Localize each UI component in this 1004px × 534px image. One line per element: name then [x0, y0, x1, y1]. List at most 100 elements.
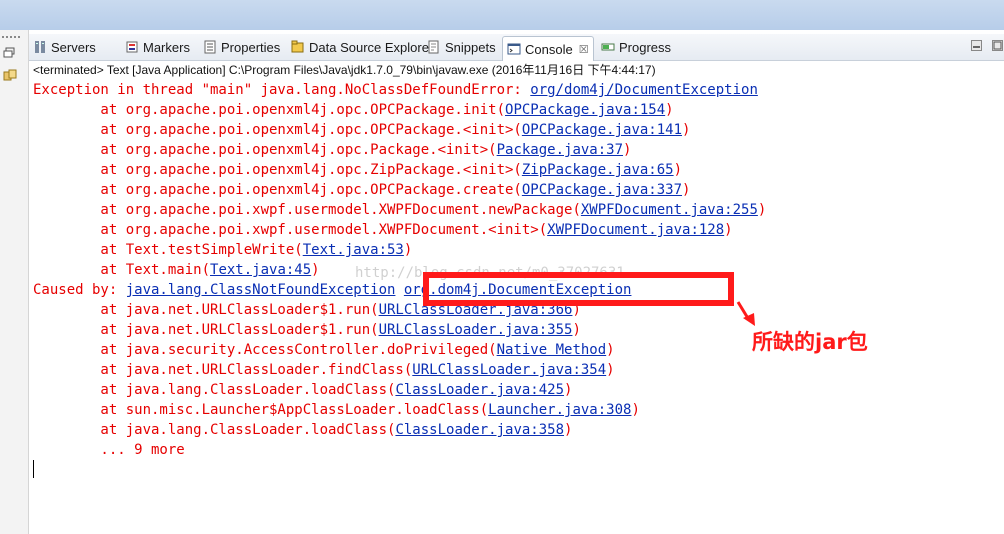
console-text: )	[606, 362, 615, 378]
source-link[interactable]: URLClassLoader.java:355	[379, 322, 573, 338]
console-line: at java.lang.ClassLoader.loadClass(Class…	[33, 380, 572, 400]
console-line: at org.apache.poi.openxml4j.opc.OPCPacka…	[33, 100, 674, 120]
console-text: )	[631, 402, 640, 418]
left-toolbar	[0, 30, 29, 534]
console-text: at org.apache.poi.openxml4j.opc.OPCPacka…	[33, 182, 522, 198]
console-text: )	[682, 122, 691, 138]
console-line: at java.lang.ClassLoader.loadClass(Class…	[33, 420, 572, 440]
console-line: at java.net.URLClassLoader$1.run(URLClas…	[33, 320, 581, 340]
console-text: )	[673, 162, 683, 178]
console-text: at java.net.URLClassLoader.findClass(	[33, 362, 413, 378]
text-cursor	[33, 460, 34, 478]
tab-properties[interactable]: Properties	[203, 37, 280, 57]
properties-icon	[204, 40, 216, 54]
tab-label: Markers	[143, 39, 190, 55]
console-line: at sun.misc.Launcher$AppClassLoader.load…	[33, 400, 640, 420]
tab-label: Properties	[221, 39, 281, 55]
console-line: at java.security.AccessController.doPriv…	[33, 340, 615, 360]
progress-icon	[601, 43, 615, 51]
tab-snippets[interactable]: Snippets	[427, 37, 496, 57]
tab-label: Servers	[51, 39, 96, 55]
tab-servers[interactable]: Servers	[33, 37, 96, 57]
console-text: )	[572, 322, 581, 338]
annotation-label: 所缺的jar包	[752, 330, 868, 354]
close-tab-icon[interactable]: ☒	[579, 43, 589, 56]
markers-icon	[126, 41, 138, 53]
console-text: )	[665, 102, 674, 118]
source-link[interactable]: org/dom4j/DocumentException	[530, 82, 758, 98]
source-link[interactable]: Launcher.java:308	[488, 402, 631, 418]
console-text: ... 9 more	[33, 442, 185, 458]
console-text: )	[311, 262, 320, 278]
console-text: )	[564, 422, 573, 438]
console-text: at sun.misc.Launcher$AppClassLoader.load…	[33, 402, 489, 418]
maximize-icon[interactable]	[992, 40, 1003, 51]
highlight-box	[423, 272, 734, 306]
console-text: Caused by:	[33, 282, 126, 298]
servers-icon	[35, 41, 45, 53]
console-text: at java.net.URLClassLoader$1.run(	[33, 302, 379, 318]
console-text: at org.apache.poi.openxml4j.opc.OPCPacka…	[33, 122, 522, 138]
console-line: Exception in thread "main" java.lang.NoC…	[33, 80, 758, 100]
console-text: )	[623, 142, 632, 158]
source-link[interactable]: Text.java:53	[303, 242, 404, 258]
tab-label: Data Source Explorer	[309, 39, 434, 55]
minimize-icon[interactable]	[971, 40, 982, 51]
tab-progress[interactable]: Progress	[601, 37, 671, 57]
tab-label: Snippets	[445, 39, 496, 55]
console-text: at org.apache.poi.openxml4j.opc.OPCPacka…	[33, 102, 506, 118]
restore-icon[interactable]	[3, 46, 17, 60]
package-icon[interactable]	[3, 68, 17, 82]
source-link[interactable]: XWPFDocument.java:255	[581, 202, 758, 218]
console-line: at org.apache.poi.openxml4j.opc.OPCPacka…	[33, 180, 690, 200]
source-link[interactable]: ZipPackage.java:65	[522, 162, 674, 178]
console-text: )	[757, 202, 767, 218]
tab-data-source-explorer[interactable]: Data Source Explorer	[291, 37, 433, 57]
view-tab-bar: Servers Markers Properties Data Source E…	[29, 34, 1004, 61]
console-line: at Text.testSimpleWrite(Text.java:53)	[33, 240, 412, 260]
source-link[interactable]: Text.java:45	[210, 262, 311, 278]
console-icon	[507, 43, 521, 55]
process-status-label: <terminated> Text [Java Application] C:\…	[33, 63, 656, 77]
console-text: at Text.testSimpleWrite(	[33, 242, 303, 258]
console-text: at java.net.URLClassLoader$1.run(	[33, 322, 379, 338]
console-text: at org.apache.poi.xwpf.usermodel.XWPFDoc…	[33, 202, 581, 218]
source-link[interactable]: Package.java:37	[497, 142, 623, 158]
console-line: ... 9 more	[33, 440, 185, 460]
source-link[interactable]: ClassLoader.java:358	[395, 422, 564, 438]
source-link[interactable]: ClassLoader.java:425	[395, 382, 564, 398]
console-text: )	[682, 182, 691, 198]
tab-label: Console	[525, 41, 573, 57]
source-link[interactable]: XWPFDocument.java:128	[547, 222, 724, 238]
console-text: Exception in thread "main" java.lang.NoC…	[33, 82, 531, 98]
tab-label: Progress	[619, 39, 672, 55]
data-source-icon	[291, 40, 304, 53]
window-title-bar	[0, 0, 1004, 30]
console-line: at org.apache.poi.xwpf.usermodel.XWPFDoc…	[33, 200, 766, 220]
source-link[interactable]: URLClassLoader.java:354	[412, 362, 606, 378]
console-text: )	[403, 242, 413, 258]
console-line: at java.net.URLClassLoader.findClass(URL…	[33, 360, 615, 380]
tab-markers[interactable]: Markers	[125, 37, 190, 57]
source-link[interactable]: java.lang.ClassNotFoundException	[126, 282, 396, 298]
console-line: at org.apache.poi.openxml4j.opc.OPCPacka…	[33, 120, 690, 140]
source-link[interactable]: OPCPackage.java:337	[522, 182, 682, 198]
console-text: at java.lang.ClassLoader.loadClass(	[33, 422, 396, 438]
console-text: at org.apache.poi.openxml4j.opc.ZipPacka…	[33, 162, 522, 178]
console-text: )	[606, 342, 615, 358]
drag-handle[interactable]	[2, 36, 20, 38]
tab-console[interactable]: Console ☒	[502, 36, 594, 61]
console-text: at java.lang.ClassLoader.loadClass(	[33, 382, 396, 398]
arrow-icon	[736, 301, 755, 326]
console-text: at Text.main(	[33, 262, 211, 278]
console-line: at org.apache.poi.xwpf.usermodel.XWPFDoc…	[33, 220, 732, 240]
console-line: at org.apache.poi.openxml4j.opc.Package.…	[33, 140, 631, 160]
console-text: at java.security.AccessController.doPriv…	[33, 342, 497, 358]
source-link[interactable]: Native Method	[497, 342, 607, 358]
console-text: )	[564, 382, 573, 398]
console-line: at Text.main(Text.java:45)	[33, 260, 320, 280]
console-text: at org.apache.poi.openxml4j.opc.Package.…	[33, 142, 497, 158]
source-link[interactable]: OPCPackage.java:141	[522, 122, 682, 138]
source-link[interactable]: OPCPackage.java:154	[505, 102, 665, 118]
